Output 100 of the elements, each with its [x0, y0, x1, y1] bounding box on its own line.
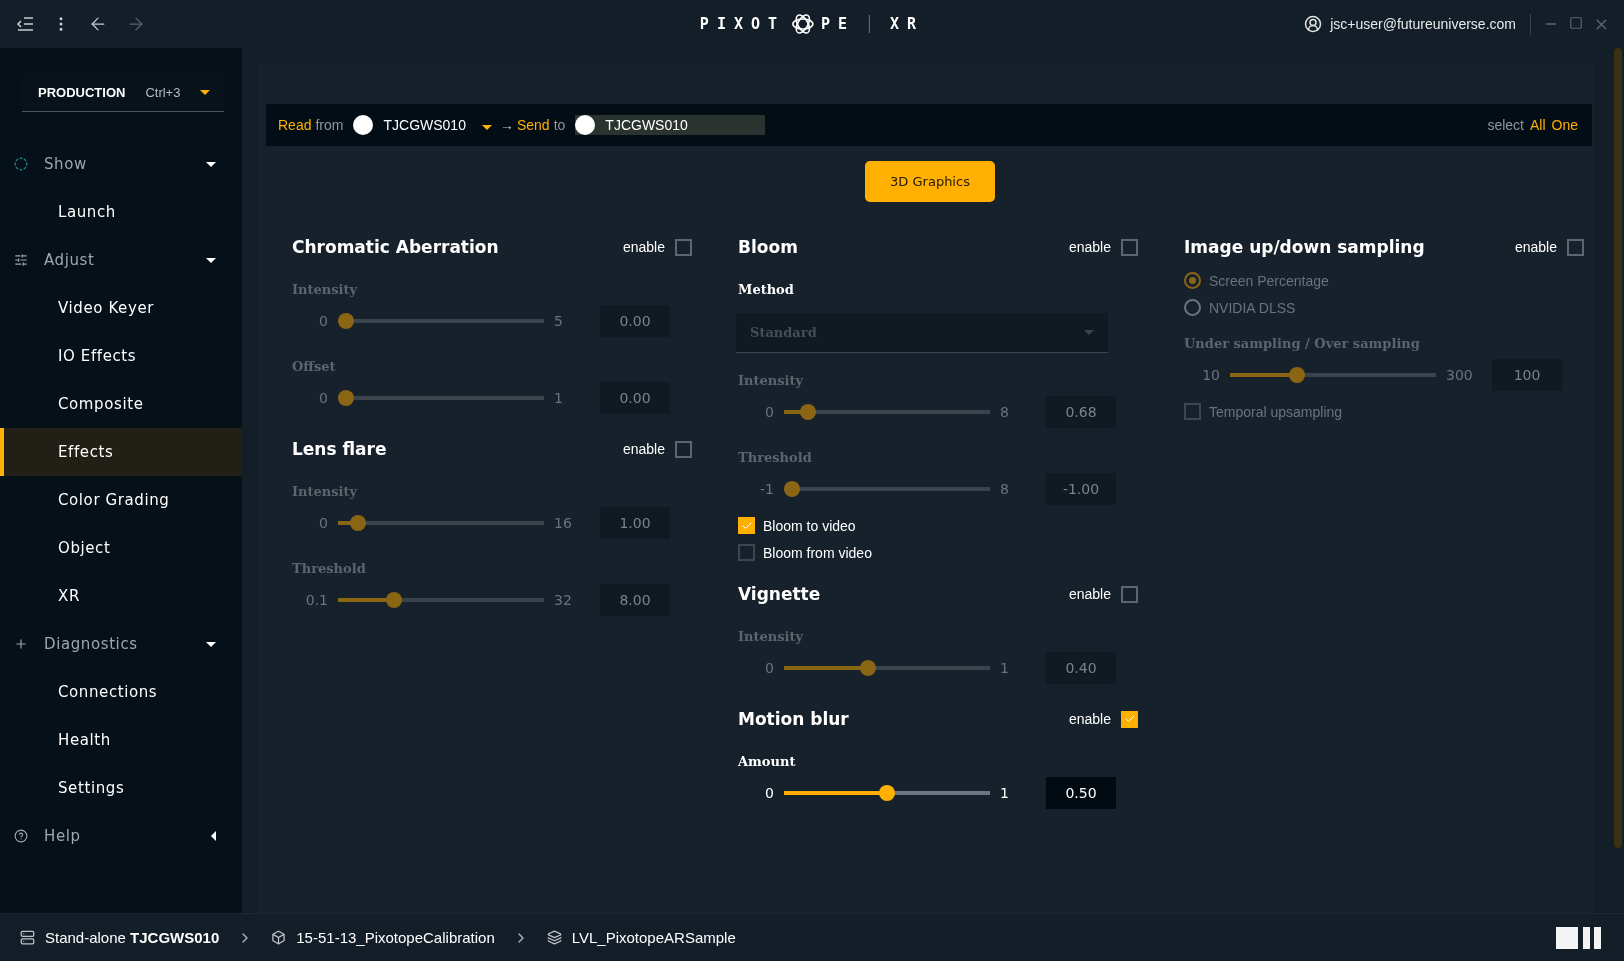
- slider-thumb[interactable]: [800, 404, 817, 420]
- value-field[interactable]: 0.68: [1046, 396, 1116, 428]
- checkbox[interactable]: [738, 517, 755, 534]
- breadcrumb-item[interactable]: 15-51-13_PixotopeCalibration: [296, 929, 495, 946]
- slider-min: -1: [759, 481, 775, 497]
- section-title: Motion blur: [738, 709, 850, 729]
- nav-item[interactable]: Effects: [0, 428, 242, 476]
- nav-group-icon: [14, 637, 28, 651]
- value-field[interactable]: 8.00: [600, 584, 670, 616]
- slider-thumb[interactable]: [349, 515, 366, 531]
- logo-orbit-icon: [791, 13, 815, 35]
- enable-label: enable: [1068, 239, 1111, 255]
- slider-max: 5: [553, 313, 564, 329]
- value-field[interactable]: -1.00: [1046, 473, 1116, 505]
- nav-item[interactable]: XR: [0, 572, 242, 620]
- caret-icon: [481, 125, 492, 130]
- enable-checkbox[interactable]: [1121, 710, 1138, 728]
- nav-group[interactable]: Diagnostics: [0, 620, 242, 668]
- nav-item[interactable]: Launch: [0, 188, 242, 236]
- collapse-menu-icon[interactable]: [14, 14, 36, 34]
- checkbox[interactable]: [1184, 403, 1201, 420]
- select-label: select: [1487, 117, 1524, 133]
- slider-min: 0.1: [304, 592, 329, 608]
- value-field[interactable]: 0.00: [600, 382, 670, 414]
- value-field[interactable]: 1.00: [600, 507, 670, 539]
- project-icon: [271, 930, 287, 945]
- enable-checkbox[interactable]: [675, 440, 692, 458]
- slider-min: 0: [764, 785, 775, 801]
- user-icon: [1304, 15, 1323, 33]
- slider-max: 1: [999, 785, 1010, 801]
- slider-max: 32: [553, 592, 573, 608]
- field-label: Under sampling / Over sampling: [1184, 336, 1421, 351]
- nav-item[interactable]: IO Effects: [0, 332, 242, 380]
- select-all-link[interactable]: All: [1529, 117, 1546, 133]
- send-suffix: to: [553, 117, 566, 133]
- radio-button[interactable]: [1184, 299, 1201, 316]
- slider-thumb[interactable]: [338, 390, 354, 406]
- value-field[interactable]: 100: [1492, 359, 1562, 391]
- select-one-link[interactable]: One: [1551, 117, 1578, 133]
- field-label: Intensity: [738, 629, 805, 644]
- field-label: Amount: [738, 754, 797, 769]
- nav-group[interactable]: Adjust: [0, 236, 242, 284]
- section-title: Bloom: [738, 237, 799, 257]
- logo-text: PIXOT: [699, 15, 785, 33]
- section-title: Vignette: [738, 584, 822, 604]
- breadcrumb-item[interactable]: LVL_PixotopeARSample: [571, 929, 736, 946]
- read-label: Read: [278, 117, 312, 133]
- source-selector[interactable]: TJCGWS010: [353, 115, 466, 135]
- send-label: Send: [516, 117, 550, 133]
- checkbox-label: Temporal upsampling: [1209, 403, 1343, 420]
- enable-checkbox[interactable]: [675, 238, 692, 256]
- slider-max: 8: [999, 481, 1010, 497]
- breadcrumb-item[interactable]: Stand-alone TJCGWS010: [45, 929, 220, 946]
- radio-label: Screen Percentage: [1209, 272, 1329, 289]
- machine-icon: [20, 930, 35, 945]
- field-label: Offset: [292, 359, 337, 374]
- nav-item[interactable]: Composite: [0, 380, 242, 428]
- read-suffix: from: [315, 117, 344, 133]
- enable-label: enable: [1514, 239, 1557, 255]
- section-title: Lens flare: [292, 439, 388, 459]
- enable-checkbox[interactable]: [1121, 238, 1138, 256]
- slider-min: 0: [318, 515, 329, 531]
- value-field[interactable]: 0.50: [1046, 777, 1116, 809]
- nav-group[interactable]: Help: [0, 812, 242, 860]
- nav-item[interactable]: Settings: [0, 764, 242, 812]
- field-label: Intensity: [292, 282, 359, 297]
- nav-item[interactable]: Health: [0, 716, 242, 764]
- slider-min: 0: [318, 313, 329, 329]
- enable-checkbox[interactable]: [1567, 238, 1584, 256]
- nav-item[interactable]: Video Keyer: [0, 284, 242, 332]
- value-field[interactable]: 0.40: [1046, 652, 1116, 684]
- enable-label: enable: [1068, 586, 1111, 602]
- nav-item[interactable]: Color Grading: [0, 476, 242, 524]
- slider-thumb[interactable]: [385, 592, 402, 608]
- field-label: Intensity: [292, 484, 359, 499]
- nav-group[interactable]: Show: [0, 140, 242, 188]
- enable-label: enable: [1068, 711, 1111, 727]
- slider-max: 8: [999, 404, 1010, 420]
- check-icon: [1123, 713, 1136, 725]
- scrollbar[interactable]: [1614, 48, 1622, 848]
- nav-group-icon: [14, 829, 28, 843]
- slider-thumb[interactable]: [338, 313, 354, 329]
- enable-label: enable: [622, 441, 665, 457]
- product-name: XR: [890, 15, 925, 33]
- slider-thumb[interactable]: [860, 660, 876, 676]
- value-field[interactable]: 0.00: [600, 305, 670, 337]
- user-email[interactable]: jsc+user@futureuniverse.com: [1330, 16, 1516, 32]
- slider-max: 1: [553, 390, 564, 406]
- category-button[interactable]: 3D Graphics: [865, 161, 995, 202]
- checkbox[interactable]: [738, 544, 755, 561]
- radio-button[interactable]: [1184, 272, 1201, 289]
- field-label: Method: [738, 282, 795, 297]
- slider-thumb[interactable]: [1288, 367, 1305, 383]
- slider-thumb[interactable]: [784, 481, 800, 497]
- slider-thumb[interactable]: [879, 785, 895, 801]
- nav-item[interactable]: Object: [0, 524, 242, 572]
- target-selector[interactable]: TJCGWS010: [575, 115, 766, 135]
- layout-icon[interactable]: [1556, 925, 1604, 950]
- enable-checkbox[interactable]: [1121, 585, 1138, 603]
- nav-item[interactable]: Connections: [0, 668, 242, 716]
